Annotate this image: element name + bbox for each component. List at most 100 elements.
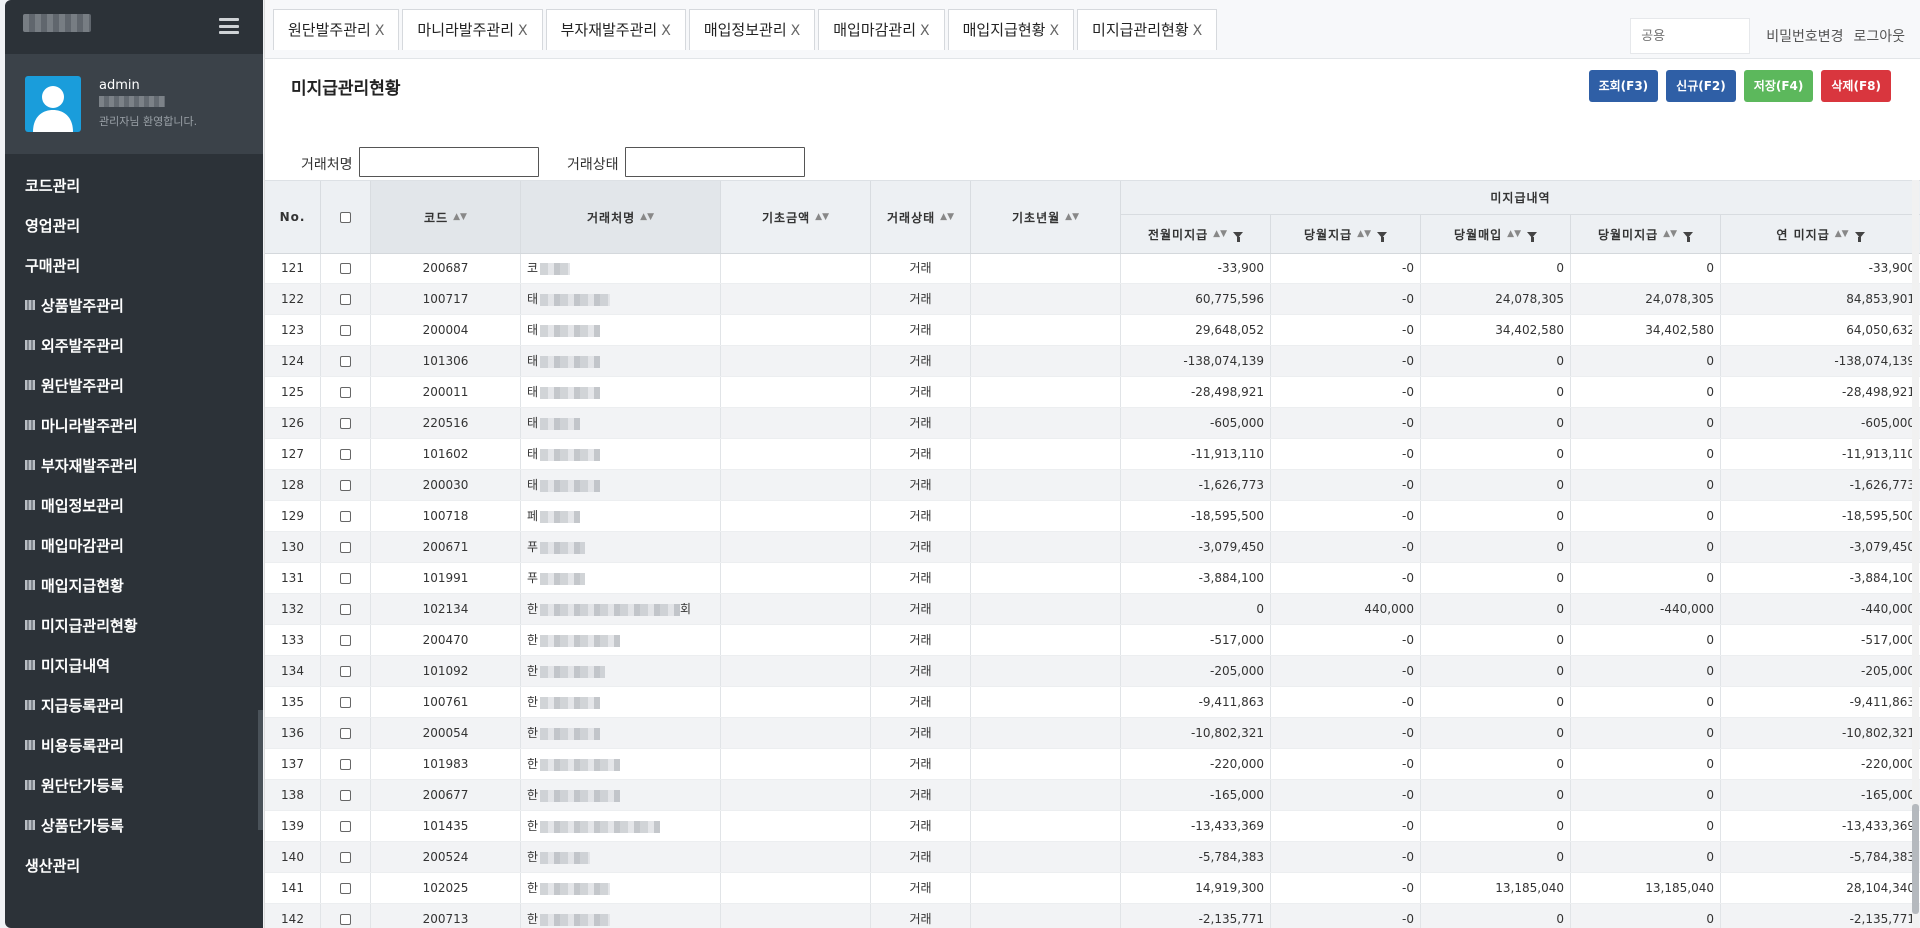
row-checkbox[interactable] <box>340 696 351 708</box>
col-year-unpaid[interactable]: 연 미지급 ▲▼ <box>1721 215 1920 253</box>
sidebar-item[interactable]: 생산관리 <box>5 846 263 886</box>
sidebar-item[interactable]: 미지급내역 <box>5 646 263 686</box>
col-month-paid[interactable]: 당월지급 ▲▼ <box>1271 215 1421 253</box>
save-button[interactable]: 저장(F4) <box>1743 70 1814 102</box>
sidebar-item[interactable]: 원단발주관리 <box>5 366 263 406</box>
search-button[interactable]: 조회(F3) <box>1588 70 1659 102</box>
sidebar-item[interactable]: 상품발주관리 <box>5 286 263 326</box>
row-checkbox[interactable] <box>340 913 351 925</box>
table-row[interactable]: 124 101306 태 거래 -138,074,139 -0 0 0 -138,074,139 <box>265 346 1920 377</box>
col-status[interactable]: 거래상태 ▲▼ <box>871 181 971 253</box>
table-row[interactable]: 134 101092 한 거래 -205,000 -0 0 0 -205,000 <box>265 656 1920 687</box>
tab-close-icon[interactable]: X <box>1049 23 1059 39</box>
row-checkbox[interactable] <box>340 386 351 398</box>
table-row[interactable]: 121 200687 코 거래 -33,900 -0 0 0 -33,900 <box>265 253 1920 284</box>
table-row[interactable]: 128 200030 태 거래 -1,626,773 -0 0 0 -1,626,773 <box>265 470 1920 501</box>
sidebar-item[interactable]: 코드관리 <box>5 166 263 206</box>
table-row[interactable]: 123 200004 태 거래 29,648,052 -0 34,402,580 34,402… <box>265 315 1920 346</box>
sidebar-item[interactable]: 매입마감관리 <box>5 526 263 566</box>
col-code[interactable]: 코드 ▲▼ <box>371 181 521 253</box>
grid-scrollbar-thumb[interactable] <box>1912 804 1919 914</box>
col-base-amount[interactable]: 기초금액 ▲▼ <box>721 181 871 253</box>
row-checkbox[interactable] <box>340 789 351 801</box>
col-prev-unpaid[interactable]: 전월미지급 ▲▼ <box>1121 215 1271 253</box>
row-checkbox[interactable] <box>340 851 351 863</box>
tab-close-icon[interactable]: X <box>518 23 528 39</box>
sidebar-item[interactable]: 매입정보관리 <box>5 486 263 526</box>
sidebar-item[interactable]: 비용등록관리 <box>5 726 263 766</box>
col-month-unpaid[interactable]: 당월미지급 ▲▼ <box>1571 215 1721 253</box>
sidebar-item[interactable]: 부자재발주관리 <box>5 446 263 486</box>
row-checkbox[interactable] <box>340 727 351 739</box>
col-vendor[interactable]: 거래처명 ▲▼ <box>521 181 721 253</box>
tab[interactable]: 매입정보관리 X <box>688 9 816 50</box>
table-row[interactable]: 131 101991 푸 거래 -3,884,100 -0 0 0 -3,884,100 <box>265 563 1920 594</box>
change-password-link[interactable]: 비밀번호변경 <box>1766 26 1843 46</box>
table-row[interactable]: 125 200011 태 거래 -28,498,921 -0 0 0 -28,498,921 <box>265 377 1920 408</box>
table-row[interactable]: 137 101983 한 거래 -220,000 -0 0 0 -220,000 <box>265 749 1920 780</box>
filter-icon[interactable] <box>1527 232 1537 242</box>
tab[interactable]: 원단발주관리 X <box>273 9 400 50</box>
tab-close-icon[interactable]: X <box>661 23 671 39</box>
delete-button[interactable]: 삭제(F8) <box>1821 70 1891 102</box>
col-base-month[interactable]: 기초년월 ▲▼ <box>971 181 1121 253</box>
select-all-checkbox[interactable] <box>340 211 351 223</box>
row-checkbox[interactable] <box>340 324 351 336</box>
filter-icon[interactable] <box>1233 232 1244 242</box>
filter-icon[interactable] <box>1683 232 1694 242</box>
table-row[interactable]: 140 200524 한 거래 -5,784,383 -0 0 0 -5,784,383 <box>265 842 1920 873</box>
row-checkbox[interactable] <box>340 293 351 305</box>
row-checkbox[interactable] <box>340 758 351 770</box>
row-checkbox[interactable] <box>340 541 351 553</box>
table-row[interactable]: 139 101435 한 거래 -13,433,369 -0 0 0 -13,433,369 <box>265 811 1920 842</box>
sidebar-item[interactable]: 상품단가등록 <box>5 806 263 846</box>
tab-close-icon[interactable]: X <box>791 23 801 39</box>
hamburger-menu-icon[interactable] <box>219 18 239 34</box>
table-row[interactable]: 127 101602 태 거래 -11,913,110 -0 0 0 -11,913,110 <box>265 439 1920 470</box>
row-checkbox[interactable] <box>340 634 351 646</box>
row-checkbox[interactable] <box>340 665 351 677</box>
table-row[interactable]: 136 200054 한 거래 -10,802,321 -0 0 0 -10,802,321 <box>265 718 1920 749</box>
table-row[interactable]: 130 200671 푸 거래 -3,079,450 -0 0 0 -3,079,450 <box>265 532 1920 563</box>
col-month-purchase[interactable]: 당월매입 ▲▼ <box>1421 215 1571 253</box>
row-checkbox[interactable] <box>340 417 351 429</box>
status-filter-input[interactable] <box>625 147 805 177</box>
table-row[interactable]: 132 102134 한 회 거래 0 440,000 0 -440,000 -440,000 <box>265 594 1920 625</box>
row-checkbox[interactable] <box>340 882 351 894</box>
logout-link[interactable]: 로그아웃 <box>1853 26 1905 46</box>
tab-close-icon[interactable]: X <box>1193 23 1203 39</box>
sidebar-item[interactable]: 마니라발주관리 <box>5 406 263 446</box>
table-row[interactable]: 141 102025 한 거래 14,919,300 -0 13,185,040 13,185… <box>265 873 1920 904</box>
row-checkbox[interactable] <box>340 355 351 367</box>
sidebar-scrollbar[interactable] <box>258 710 263 830</box>
table-row[interactable]: 142 200713 한 거래 -2,135,771 -0 0 0 -2,135,771 <box>265 904 1920 928</box>
row-checkbox[interactable] <box>340 572 351 584</box>
row-checkbox[interactable] <box>340 510 351 522</box>
table-row[interactable]: 133 200470 한 거래 -517,000 -0 0 0 -517,000 <box>265 625 1920 656</box>
tab[interactable]: 매입지급현황 X <box>947 9 1075 50</box>
tab[interactable]: 매입마감관리 X <box>818 9 945 50</box>
row-checkbox[interactable] <box>340 448 351 460</box>
row-checkbox[interactable] <box>340 603 351 615</box>
tab[interactable]: 부자재발주관리 X <box>545 9 686 50</box>
sidebar-item[interactable]: 지급등록관리 <box>5 686 263 726</box>
table-row[interactable]: 129 100718 페 거래 -18,595,500 -0 0 0 -18,595,500 <box>265 501 1920 532</box>
sidebar-item[interactable]: 매입지급현황 <box>5 566 263 606</box>
table-row[interactable]: 135 100761 한 거래 -9,411,863 -0 0 0 -9,411,863 <box>265 687 1920 718</box>
table-row[interactable]: 138 200677 한 거래 -165,000 -0 0 0 -165,000 <box>265 780 1920 811</box>
tab[interactable]: 마니라발주관리 X <box>402 9 543 50</box>
tab-close-icon[interactable]: X <box>920 23 930 39</box>
sidebar-item[interactable]: 구매관리 <box>5 246 263 286</box>
row-checkbox[interactable] <box>340 820 351 832</box>
sidebar-item[interactable]: 원단단가등록 <box>5 766 263 806</box>
row-checkbox[interactable] <box>340 479 351 491</box>
row-checkbox[interactable] <box>340 262 351 274</box>
tab[interactable]: 미지급관리현황 X <box>1077 9 1218 50</box>
filter-icon[interactable] <box>1377 232 1387 242</box>
search-input[interactable] <box>1630 18 1751 54</box>
tab-close-icon[interactable]: X <box>375 23 385 39</box>
sidebar-item[interactable]: 외주발주관리 <box>5 326 263 366</box>
filter-icon[interactable] <box>1854 232 1865 242</box>
table-row[interactable]: 126 220516 태 거래 -605,000 -0 0 0 -605,000 <box>265 408 1920 439</box>
vendor-filter-input[interactable] <box>359 147 539 177</box>
